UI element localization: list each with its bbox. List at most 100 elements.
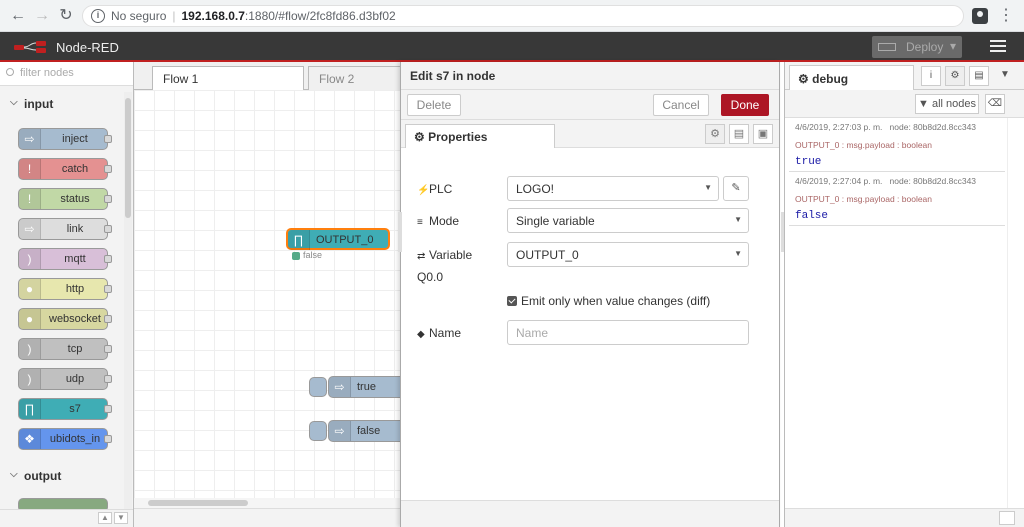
tray-footer [401, 500, 779, 527]
flow-node-output-0[interactable]: ∏ OUTPUT_0 [286, 228, 390, 250]
back-arrow-icon[interactable]: ← [8, 6, 28, 26]
browser-menu-icon[interactable]: ⋮ [996, 6, 1016, 26]
sidebar-footer [785, 508, 1024, 527]
edit-pencil-icon[interactable]: ✎ [723, 176, 749, 201]
tab-flow-1[interactable]: Flow 1 [152, 66, 304, 91]
emit-diff-checkbox[interactable]: Emit only when value changes (diff) [507, 294, 710, 308]
output-port [104, 435, 112, 443]
mode-label: ≡ Mode [417, 214, 460, 228]
palette-category-output[interactable]: ⌵ output [0, 464, 124, 488]
output-port [104, 315, 112, 323]
palette-node-udp[interactable]: ) udp [18, 368, 112, 390]
plc-label: ⚡PLC [417, 182, 453, 196]
hamburger-menu-icon[interactable] [990, 40, 1006, 52]
appearance-icon[interactable]: ▣ [753, 124, 773, 144]
dashboard-icon[interactable]: ▤ [969, 66, 989, 86]
debug-meta: 4/6/2019, 2:27:03 p. m. node: 80b8d2d.8c… [795, 122, 977, 132]
flow-node-label: OUTPUT_0 [316, 234, 374, 246]
tray-resize-handle[interactable] [398, 212, 402, 252]
debug-message[interactable]: 4/6/2019, 2:27:03 p. m. node: 80b8d2d.8c… [789, 118, 1005, 172]
info-icon[interactable]: i [921, 66, 941, 86]
palette-search[interactable]: filter nodes [0, 62, 133, 86]
profile-icon[interactable] [972, 8, 988, 24]
palette-node-websocket[interactable]: ● websocket [18, 308, 112, 330]
caret-down-icon: ▼ [734, 215, 742, 224]
popout-icon[interactable] [999, 511, 1015, 525]
sidebar-tabs: ⚙ debug i ⚙ ▤ ▼ [785, 62, 1024, 91]
name-placeholder: Name [516, 326, 549, 340]
delete-button[interactable]: Delete [407, 94, 461, 116]
done-button[interactable]: Done [721, 94, 769, 116]
node-settings-gear-icon[interactable]: ⚙ [705, 124, 725, 144]
mode-value: Single variable [516, 214, 595, 228]
exclamation-icon: ! [19, 159, 41, 179]
caret-down-icon[interactable]: ▼ [995, 66, 1015, 86]
tab-properties[interactable]: ⚙ Properties [405, 124, 555, 149]
exclamation-icon: ! [19, 189, 41, 209]
node-palette: filter nodes ⌵ input ⇨ inject ! catch ! … [0, 62, 134, 527]
tray-tabs: ⚙ Properties ⚙ ▤ ▣ [401, 120, 779, 149]
chevron-down-icon: ⌵ [10, 97, 18, 108]
address-bar[interactable]: i No seguro | 192.168.0.7:1880/#flow/2fc8f… [82, 5, 964, 27]
debug-meta: 4/6/2019, 2:27:04 p. m. node: 80b8d2d.8c… [795, 176, 977, 186]
palette-scrollbar[interactable] [124, 92, 132, 522]
tray-toolbar: Delete Cancel Done [401, 90, 779, 120]
random-icon: ⇄ [417, 251, 426, 262]
palette-node-http[interactable]: ● http [18, 278, 112, 300]
tab-label: Flow 1 [163, 72, 199, 86]
filter-label: all nodes [931, 98, 976, 110]
inject-button-icon[interactable] [309, 377, 327, 397]
bug-icon[interactable]: ⚙ [945, 66, 965, 86]
variable-select[interactable]: OUTPUT_0 ▼ [507, 242, 749, 267]
link-icon: ⇨ [19, 219, 41, 239]
debug-value: false [795, 210, 829, 222]
flow-canvas[interactable]: ∏ OUTPUT_0 false ⇨ true ⇨ false [134, 90, 400, 500]
caret-down-icon[interactable]: ▾ [950, 39, 956, 53]
tab-label: Properties [428, 130, 488, 144]
workspace-scrollbar[interactable] [134, 498, 400, 508]
filter-icon: ▼ [918, 98, 929, 110]
palette-node-tcp[interactable]: ) tcp [18, 338, 112, 360]
forward-arrow-icon[interactable]: → [32, 6, 52, 26]
trash-icon[interactable]: ⌫ [985, 94, 1005, 114]
tab-flow-2[interactable]: Flow 2 [308, 66, 400, 90]
category-label: output [24, 469, 62, 483]
flow-node-false[interactable]: ⇨ false [309, 420, 400, 442]
s7-icon: ∏ [19, 399, 41, 419]
flow-workspace: Flow 1 Flow 2 ∏ OUTPUT_0 false ⇨ true ⇨ … [134, 62, 400, 527]
tab-debug[interactable]: ⚙ debug [789, 65, 914, 91]
palette-node-status[interactable]: ! status [18, 188, 112, 210]
plc-select[interactable]: LOGO! ▼ [507, 176, 719, 201]
filter-button[interactable]: ▼ all nodes [915, 94, 979, 114]
palette-node-catch[interactable]: ! catch [18, 158, 112, 180]
expand-all-icon[interactable]: ▼ [114, 512, 128, 524]
debug-messages: 4/6/2019, 2:27:03 p. m. node: 80b8d2d.8c… [789, 118, 1005, 508]
reload-icon[interactable]: ↻ [56, 6, 76, 26]
palette-node-s7[interactable]: ∏ s7 [18, 398, 112, 420]
deploy-button[interactable]: Deploy ▾ [872, 36, 962, 58]
info-icon[interactable]: i [91, 9, 105, 23]
inject-button-icon[interactable] [309, 421, 327, 441]
flow-node-true[interactable]: ⇨ true [309, 376, 400, 398]
mode-select[interactable]: Single variable ▼ [507, 208, 749, 233]
palette-category-input[interactable]: ⌵ input [0, 92, 124, 116]
palette-node-ubidots-in[interactable]: ❖ ubidots_in [18, 428, 112, 450]
arrow-in-icon: ⇨ [19, 129, 41, 149]
output-port [104, 165, 112, 173]
name-input[interactable]: Name [507, 320, 749, 345]
description-icon[interactable]: ▤ [729, 124, 749, 144]
debug-message[interactable]: 4/6/2019, 2:27:04 p. m. node: 80b8d2d.8c… [789, 172, 1005, 226]
cancel-button[interactable]: Cancel [653, 94, 709, 116]
ubidots-icon: ❖ [19, 429, 41, 449]
gear-icon: ⚙ [414, 130, 425, 144]
sidebar-scrollbar[interactable] [1007, 118, 1021, 508]
palette-node-inject[interactable]: ⇨ inject [18, 128, 112, 150]
collapse-all-icon[interactable]: ▲ [98, 512, 112, 524]
palette-node-link[interactable]: ⇨ link [18, 218, 112, 240]
palette-node-label: status [60, 193, 90, 205]
output-port [104, 375, 112, 383]
palette-search-placeholder: filter nodes [20, 67, 74, 79]
palette-node-mqtt[interactable]: ) mqtt [18, 248, 112, 270]
palette-node-label: websocket [49, 313, 101, 325]
globe-icon: ● [19, 279, 41, 299]
